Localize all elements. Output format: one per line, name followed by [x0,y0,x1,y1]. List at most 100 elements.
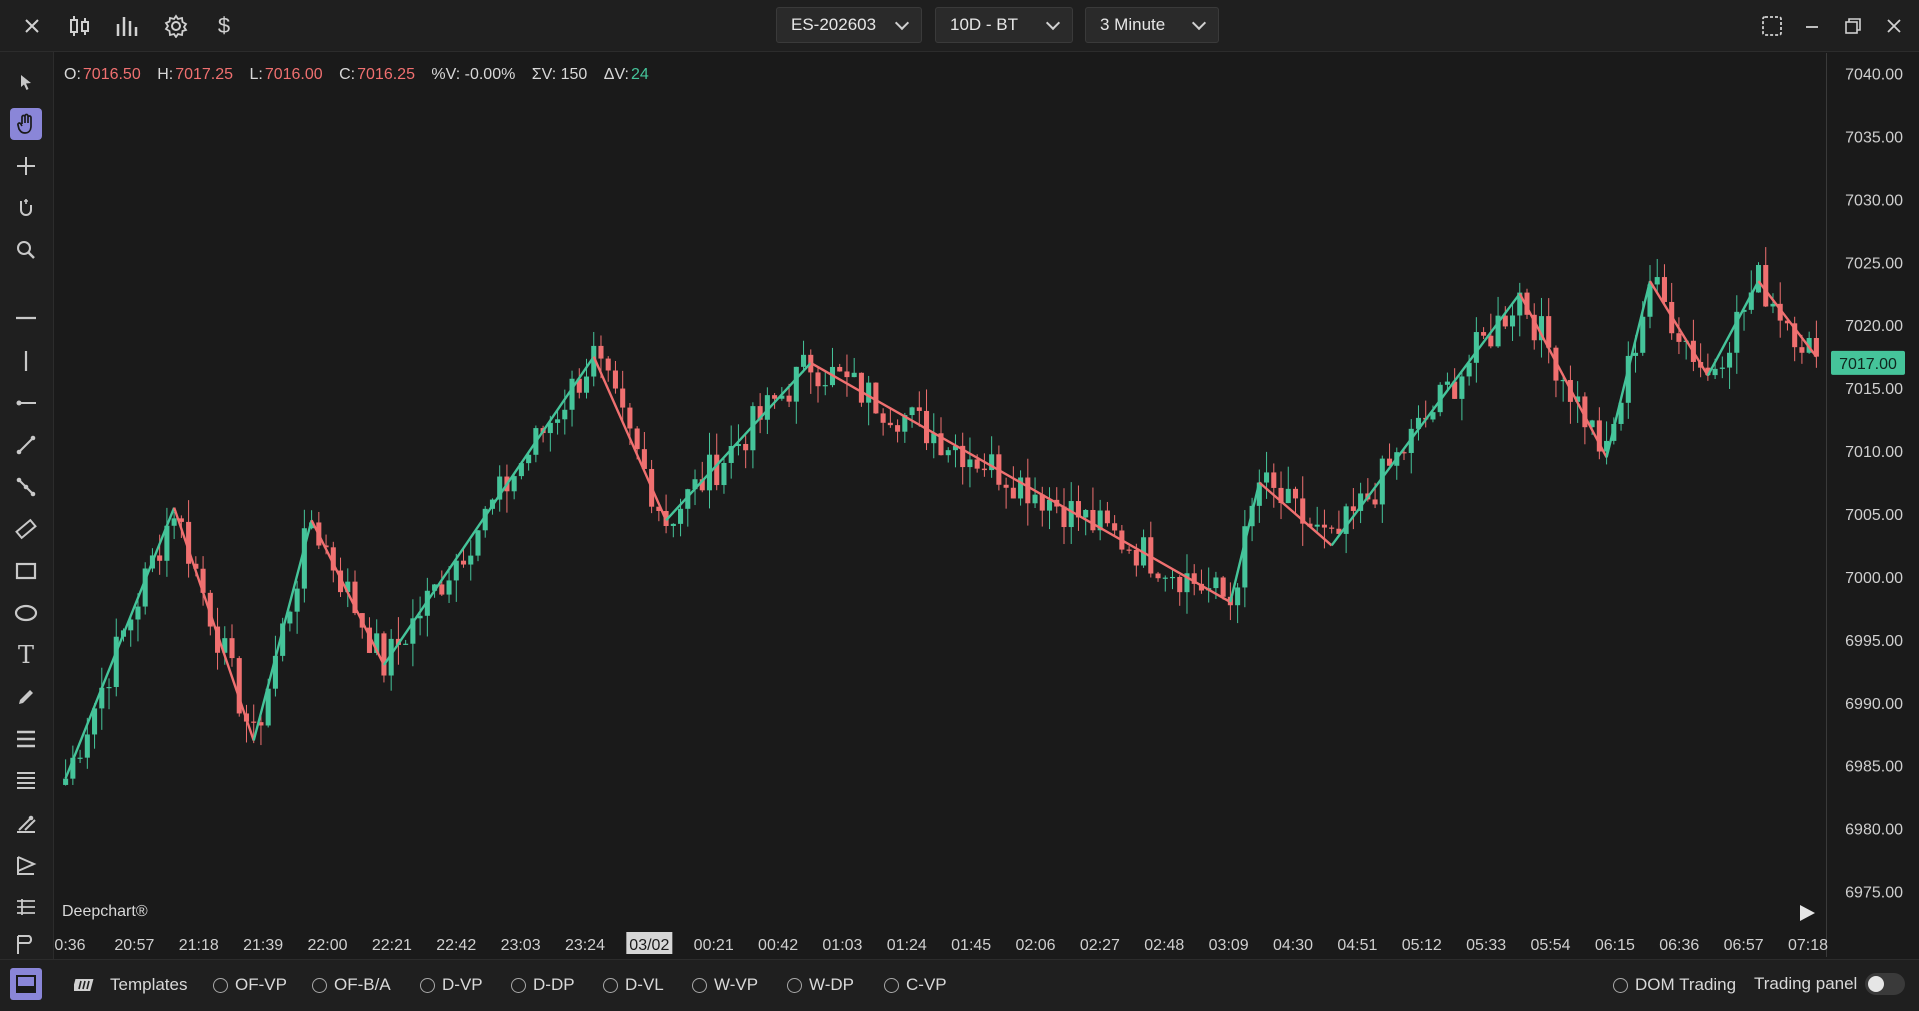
trading-panel-toggle[interactable]: Trading panel [1754,973,1906,995]
close-value: 7016.25 [357,66,415,83]
x-tick-label: 22:42 [436,937,476,954]
x-tick-label: 22:00 [307,937,347,954]
y-tick-label: 6990.00 [1845,696,1903,713]
candle-body [634,428,640,450]
candle-body [1719,367,1725,369]
zigzag-segment [173,507,255,741]
candle-body [1235,587,1241,606]
candle-body [1220,577,1226,597]
bottom-toolbar: Templates OF-VP OF-B/A D-VP D-DP D-VL W-… [0,959,1919,1011]
candle-body [1126,549,1132,551]
candle-body [714,454,720,486]
toggle-switch[interactable] [1865,973,1906,995]
x-tick-label: 02:48 [1144,937,1184,954]
candle-body [1509,315,1516,327]
candle-body [1104,510,1110,524]
candle-body [1162,577,1168,579]
candle-body [837,366,843,372]
indicator-toggle-w-dp[interactable]: W-DP [787,975,854,995]
zigzag-segment [252,519,313,741]
indicator-toggle-d-dp[interactable]: D-DP [511,975,575,995]
panel-toggle-icon[interactable] [10,968,42,1000]
zigzag-segment [1518,293,1608,458]
x-tick-label: 01:24 [887,937,927,954]
play-icon[interactable] [1796,902,1818,924]
zigzag-segment [665,362,812,522]
y-tick-label: 7030.00 [1845,192,1903,209]
indicator-toggle-of-ba[interactable]: OF-B/A [312,975,391,995]
y-tick-label: 6985.00 [1845,759,1903,776]
radio-icon [1613,977,1628,993]
templates-button[interactable]: Templates [74,975,187,995]
indicator-label: D-VL [625,975,664,994]
price-chart[interactable]: 7040.00 7035.00 7030.00 7025.00 7020.00 7015.… [0,0,1919,959]
candle-body [858,372,864,403]
candle-body [1755,265,1762,293]
radio-icon [692,977,707,993]
candle-body [555,419,561,423]
indicator-toggle-w-vp[interactable]: W-VP [692,975,758,995]
candle-body [1068,501,1074,528]
close-label: C: [339,66,356,83]
x-tick-label: 05:54 [1530,937,1570,954]
x-tick-label: 21:18 [179,937,219,954]
candle-body [1046,499,1053,511]
indicator-toggle-of-vp[interactable]: OF-VP [213,975,287,995]
indicator-label: D-VP [442,975,483,994]
dom-trading-toggle[interactable]: DOM Trading [1613,975,1736,995]
candle-body [1712,368,1718,376]
y-tick-label: 7025.00 [1845,255,1903,272]
candle-body [84,734,90,758]
candle-body [1285,488,1291,504]
y-tick-label: 7015.00 [1845,381,1903,398]
indicator-toggle-d-vp[interactable]: D-VP [420,975,483,995]
candle-body [1632,352,1639,356]
volume-sum: ΣV: 150 [531,66,588,83]
candle-body [1213,577,1219,589]
radio-icon [884,977,899,993]
candle-body [880,413,886,423]
indicator-label: W-VP [714,975,759,994]
volume-percent: %V: -0.00% [431,66,516,83]
candle-body [1112,523,1118,531]
open-label: O: [64,66,81,83]
candle-body [135,606,141,620]
dom-trading-label: DOM Trading [1635,975,1737,994]
candle-body [229,638,235,659]
candle-body [1271,472,1277,488]
candle-body [171,518,177,526]
x-tick-label: 06:15 [1595,937,1635,954]
indicator-label: OF-B/A [334,975,391,994]
x-tick-label: 21:39 [243,937,283,954]
candle-body [1010,487,1016,499]
candle-body [1177,576,1183,593]
candle-body [1083,509,1089,518]
x-tick-label: 07:18 [1788,937,1828,954]
indicator-toggle-c-vp[interactable]: C-VP [884,975,947,995]
candle-body [77,757,83,759]
indicator-label: W-DP [809,975,855,994]
zigzag-segment [1706,280,1760,377]
y-tick-label: 6995.00 [1845,633,1903,650]
zigzag-segment [1330,292,1521,547]
zigzag-segment [382,355,595,666]
candle-body [1133,550,1139,566]
templates-label: Templates [110,975,188,994]
candle-body [1025,477,1031,504]
candle-body [1661,277,1667,302]
x-tick-label: 22:21 [372,937,412,954]
indicator-toggle-d-vl[interactable]: D-VL [603,975,664,995]
candle-body [916,407,922,411]
candle-body [786,395,792,402]
candle-body [511,476,517,492]
x-tick-label: 01:03 [822,937,862,954]
candle-body [453,560,459,581]
candle-body [1727,352,1733,368]
candle-body [1799,347,1805,353]
radio-icon [420,977,435,993]
candle-body [627,407,633,429]
high-label: H: [157,66,174,83]
y-tick-label: 6980.00 [1845,822,1903,839]
x-tick-label: 04:30 [1273,937,1313,954]
candle-body [815,372,821,387]
